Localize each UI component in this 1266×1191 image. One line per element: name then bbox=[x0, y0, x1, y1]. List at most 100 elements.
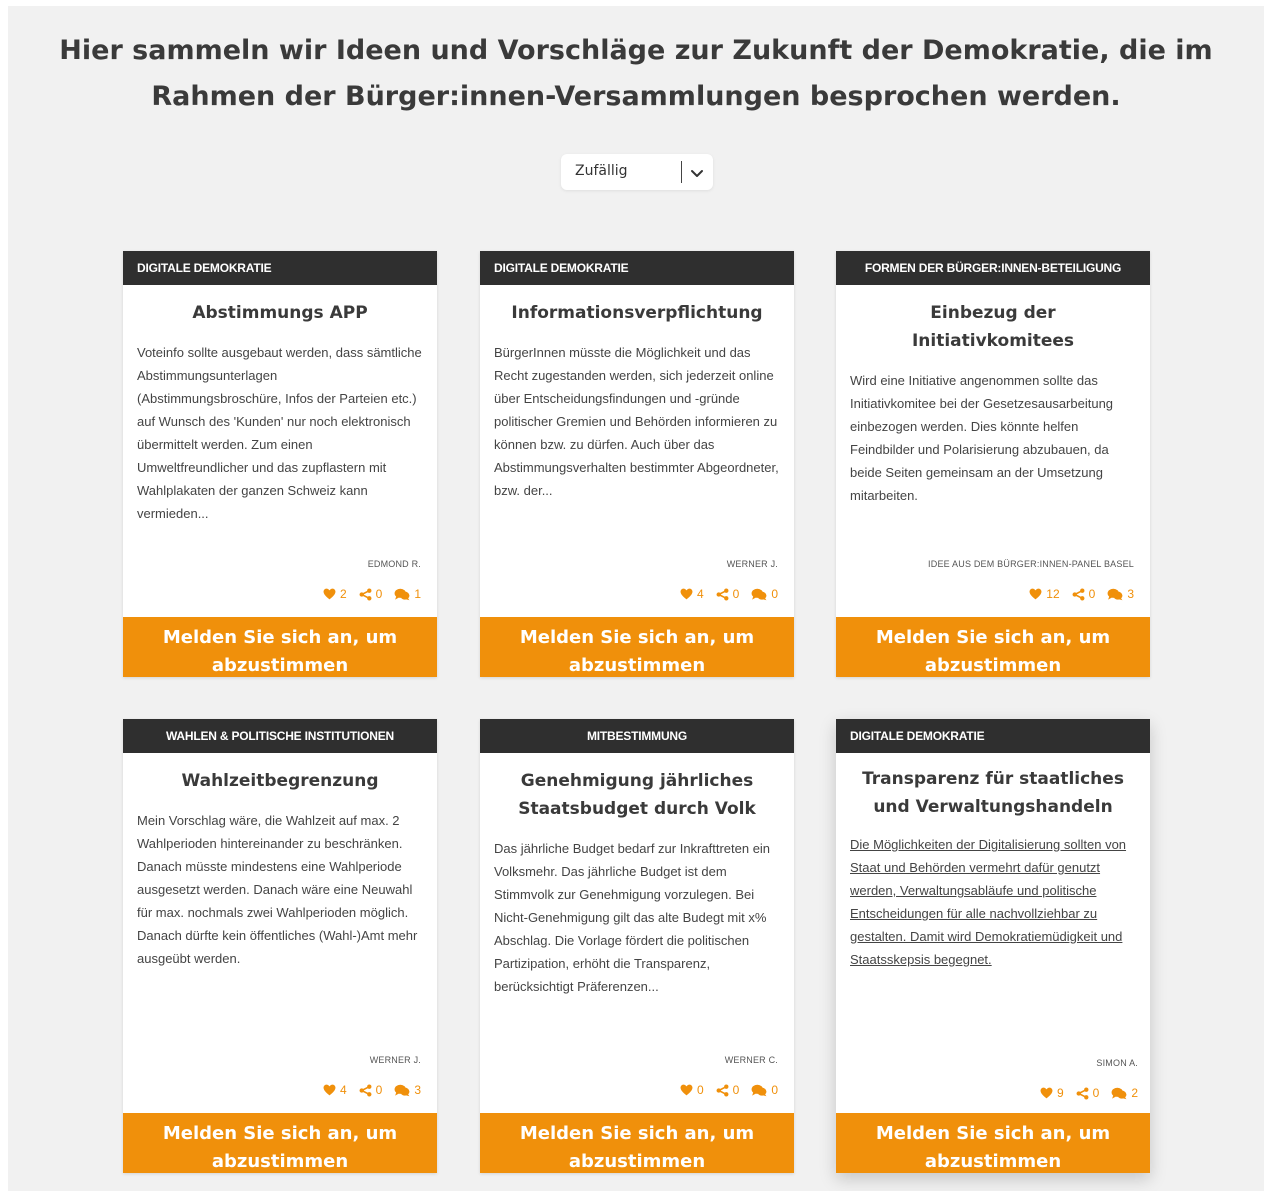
card-author: SIMON A. bbox=[1096, 1058, 1138, 1068]
comment-button[interactable]: 0 bbox=[751, 1083, 778, 1097]
sort-divider bbox=[681, 161, 682, 183]
comment-count: 3 bbox=[1127, 587, 1134, 601]
share-icon bbox=[359, 588, 372, 600]
card-category: DIGITALE DEMOKRATIE bbox=[836, 719, 1150, 753]
comments-icon bbox=[394, 588, 410, 600]
page: Hier sammeln wir Ideen und Vorschläge zu… bbox=[8, 6, 1264, 1191]
page-heading: Hier sammeln wir Ideen und Vorschläge zu… bbox=[59, 35, 1213, 112]
vote-login-button[interactable]: Melden Sie sich an, um abzustimmen bbox=[836, 617, 1150, 677]
comment-button[interactable]: 3 bbox=[394, 1083, 421, 1097]
share-button[interactable]: 0 bbox=[716, 1083, 740, 1097]
chevron-down-icon bbox=[691, 170, 703, 177]
share-icon bbox=[359, 1084, 372, 1096]
share-icon bbox=[1076, 1087, 1089, 1099]
sort-selected-value: Zufällig bbox=[575, 163, 628, 179]
vote-login-button[interactable]: Melden Sie sich an, um abzustimmen bbox=[480, 1113, 794, 1173]
share-button[interactable]: 0 bbox=[716, 587, 740, 601]
share-button[interactable]: 0 bbox=[359, 1083, 383, 1097]
share-button[interactable]: 0 bbox=[359, 587, 383, 601]
card-description: BürgerInnen müsste die Möglichkeit und d… bbox=[494, 345, 779, 498]
like-count: 9 bbox=[1056, 1086, 1064, 1100]
heart-icon bbox=[680, 588, 693, 600]
card-stats: 12 0 3 bbox=[1023, 587, 1134, 601]
share-count: 0 bbox=[1088, 587, 1096, 601]
comment-button[interactable]: 2 bbox=[1111, 1086, 1138, 1100]
card-author: WERNER J. bbox=[369, 1055, 421, 1065]
comment-count: 1 bbox=[414, 587, 421, 601]
share-count: 0 bbox=[375, 1083, 383, 1097]
idea-card[interactable]: DIGITALE DEMOKRATIE Informationsverpflic… bbox=[480, 251, 794, 677]
share-button[interactable]: 0 bbox=[1076, 1086, 1100, 1100]
card-stats: 2 0 1 bbox=[317, 587, 421, 601]
like-count: 4 bbox=[696, 587, 704, 601]
idea-card[interactable]: WAHLEN & POLITISCHE INSTITUTIONEN Wahlze… bbox=[123, 719, 437, 1173]
heart-icon bbox=[323, 1084, 336, 1096]
card-title[interactable]: Informationsverpflichtung bbox=[494, 299, 780, 327]
card-description: Wird eine Initiative angenommen sollte d… bbox=[850, 373, 1114, 503]
share-icon bbox=[716, 588, 729, 600]
like-count: 12 bbox=[1046, 587, 1060, 601]
like-count: 4 bbox=[339, 1083, 347, 1097]
comment-button[interactable]: 3 bbox=[1107, 587, 1134, 601]
share-icon bbox=[716, 1084, 729, 1096]
like-button[interactable]: 9 bbox=[1040, 1086, 1064, 1100]
idea-card[interactable]: DIGITALE DEMOKRATIE Abstimmungs APP Vote… bbox=[123, 251, 437, 677]
vote-login-button[interactable]: Melden Sie sich an, um abzustimmen bbox=[480, 617, 794, 677]
like-button[interactable]: 4 bbox=[680, 587, 704, 601]
share-icon bbox=[1072, 588, 1085, 600]
comments-icon bbox=[394, 1084, 410, 1096]
card-title[interactable]: Abstimmungs APP bbox=[137, 299, 423, 327]
comment-count: 0 bbox=[771, 1083, 778, 1097]
card-stats: 4 0 3 bbox=[317, 1083, 421, 1097]
card-stats: 4 0 0 bbox=[674, 587, 778, 601]
like-count: 0 bbox=[696, 1083, 704, 1097]
card-category: DIGITALE DEMOKRATIE bbox=[123, 251, 437, 285]
idea-card[interactable]: MITBESTIMMUNG Genehmigung jährliches Sta… bbox=[480, 719, 794, 1173]
comment-count: 2 bbox=[1131, 1086, 1138, 1100]
card-description: Mein Vorschlag wäre, die Wahlzeit auf ma… bbox=[137, 813, 418, 966]
comments-icon bbox=[1111, 1087, 1127, 1099]
share-count: 0 bbox=[732, 587, 740, 601]
like-button[interactable]: 4 bbox=[323, 1083, 347, 1097]
like-button[interactable]: 0 bbox=[680, 1083, 704, 1097]
comments-icon bbox=[751, 588, 767, 600]
card-stats: 0 0 0 bbox=[674, 1083, 778, 1097]
card-title[interactable]: Transparenz für staatliches und Verwaltu… bbox=[850, 765, 1136, 821]
comment-button[interactable]: 1 bbox=[394, 587, 421, 601]
vote-login-button[interactable]: Melden Sie sich an, um abzustimmen bbox=[123, 1113, 437, 1173]
comments-icon bbox=[1107, 588, 1123, 600]
card-author: IDEE AUS DEM BÜRGER:INNEN-PANEL BASEL bbox=[928, 559, 1134, 569]
card-category: DIGITALE DEMOKRATIE bbox=[480, 251, 794, 285]
card-stats: 9 0 2 bbox=[1034, 1086, 1138, 1100]
like-count: 2 bbox=[339, 587, 347, 601]
comment-button[interactable]: 0 bbox=[751, 587, 778, 601]
share-button[interactable]: 0 bbox=[1072, 587, 1096, 601]
card-description: Das jährliche Budget bedarf zur Inkraftt… bbox=[494, 841, 771, 994]
comment-count: 0 bbox=[771, 587, 778, 601]
share-count: 0 bbox=[375, 587, 383, 601]
card-category: FORMEN DER BÜRGER:INNEN-BETEILIGUNG bbox=[836, 251, 1150, 285]
comments-icon bbox=[751, 1084, 767, 1096]
like-button[interactable]: 12 bbox=[1029, 587, 1060, 601]
heart-icon bbox=[680, 1084, 693, 1096]
vote-login-button[interactable]: Melden Sie sich an, um abzustimmen bbox=[836, 1113, 1150, 1173]
heart-icon bbox=[1029, 588, 1042, 600]
card-description: Voteinfo sollte ausgebaut werden, dass s… bbox=[137, 345, 422, 521]
card-title[interactable]: Genehmigung jährliches Staatsbudget durc… bbox=[494, 767, 780, 823]
card-title[interactable]: Einbezug der Initiativkomitees bbox=[850, 299, 1136, 355]
sort-dropdown[interactable]: Zufällig bbox=[561, 154, 713, 190]
idea-card[interactable]: DIGITALE DEMOKRATIE Transparenz für staa… bbox=[836, 719, 1150, 1173]
vote-login-button[interactable]: Melden Sie sich an, um abzustimmen bbox=[123, 617, 437, 677]
card-description-link[interactable]: Die Möglichkeiten der Digitalisierung so… bbox=[850, 833, 1136, 971]
heart-icon bbox=[323, 588, 336, 600]
card-author: WERNER C. bbox=[724, 1055, 778, 1065]
share-count: 0 bbox=[732, 1083, 740, 1097]
share-count: 0 bbox=[1092, 1086, 1100, 1100]
idea-card[interactable]: FORMEN DER BÜRGER:INNEN-BETEILIGUNG Einb… bbox=[836, 251, 1150, 677]
card-title[interactable]: Wahlzeitbegrenzung bbox=[137, 767, 423, 795]
like-button[interactable]: 2 bbox=[323, 587, 347, 601]
card-category: MITBESTIMMUNG bbox=[480, 719, 794, 753]
heart-icon bbox=[1040, 1087, 1053, 1099]
card-author: WERNER J. bbox=[726, 559, 778, 569]
card-category: WAHLEN & POLITISCHE INSTITUTIONEN bbox=[123, 719, 437, 753]
